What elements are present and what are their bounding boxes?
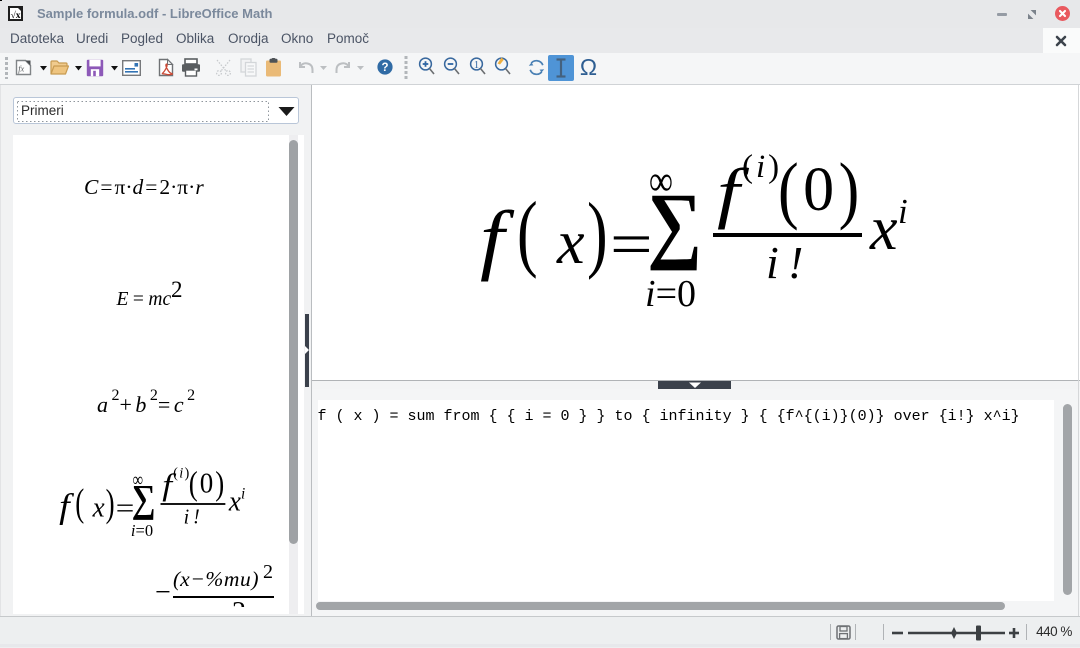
svg-text:?: ? [381, 62, 388, 74]
svg-text:1: 1 [474, 60, 479, 71]
svg-text:Ω: Ω [580, 56, 597, 79]
svg-text:√x: √x [11, 10, 21, 21]
svg-text:fx: fx [18, 65, 24, 74]
